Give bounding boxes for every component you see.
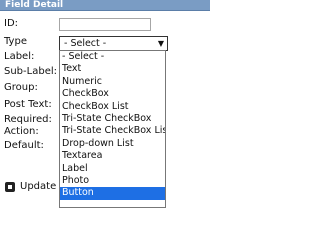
type-option[interactable]: CheckBox <box>60 88 165 100</box>
label-label: Label: <box>4 51 35 62</box>
post-text-label: Post Text: <box>4 99 52 110</box>
type-option[interactable]: Drop-down List <box>60 138 165 150</box>
panel-title: Field Detail <box>5 0 64 10</box>
default-label: Default: <box>4 140 44 151</box>
type-option[interactable]: Textarea <box>60 150 165 162</box>
type-option[interactable]: Numeric <box>60 76 165 88</box>
type-option[interactable]: Tri-State CheckBox <box>60 113 165 125</box>
id-label: ID: <box>4 18 19 29</box>
type-label: Type <box>4 36 27 47</box>
type-option[interactable]: Tri-State CheckBox List <box>60 125 165 137</box>
type-option[interactable]: Label <box>60 163 165 175</box>
type-option[interactable]: CheckBox List <box>60 101 165 113</box>
type-select-value: - Select - <box>64 38 107 49</box>
sub-label-label: Sub-Label: <box>4 66 57 77</box>
type-option[interactable]: Photo <box>60 175 165 187</box>
required-label: Required: <box>4 114 52 125</box>
group-label: Group: <box>4 82 38 93</box>
type-select[interactable]: - Select - ▼ <box>59 36 168 51</box>
update-icon[interactable] <box>5 182 15 192</box>
chevron-down-icon: ▼ <box>157 39 164 48</box>
type-options-list[interactable]: - Select - Text Numeric CheckBox CheckBox Li… <box>59 50 166 208</box>
action-label: Action: <box>4 126 39 137</box>
type-option[interactable]: Text <box>60 63 165 75</box>
type-option[interactable]: - Select - <box>60 51 165 63</box>
panel-header: Field Detail <box>0 0 210 11</box>
id-input[interactable] <box>59 18 151 31</box>
type-option[interactable]: Button <box>60 187 165 200</box>
